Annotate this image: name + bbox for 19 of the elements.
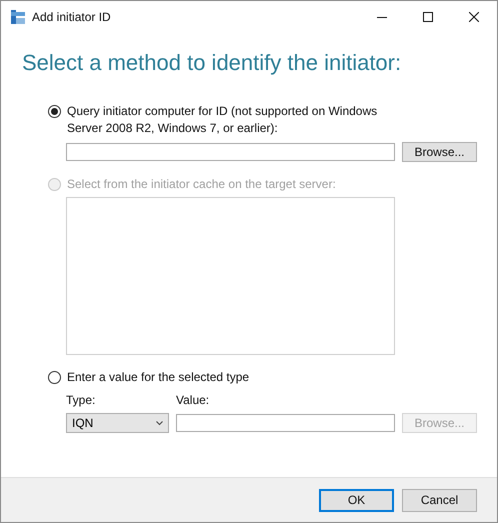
window-title: Add initiator ID [32, 8, 111, 26]
radio-button[interactable] [48, 371, 61, 384]
close-icon [469, 12, 479, 22]
type-label: Type: [66, 392, 96, 409]
value-field[interactable] [176, 414, 395, 432]
cancel-button[interactable]: Cancel [402, 488, 477, 512]
option-label[interactable]: Query initiator computer for ID (not supported on Windows Server 2008 R2, Windows 7, or earlier): [67, 103, 402, 137]
value-label: Value: [176, 392, 210, 409]
ok-button[interactable]: OK [319, 488, 394, 512]
type-dropdown[interactable]: IQN [66, 413, 169, 433]
page-heading: Select a method to identify the initiator: [22, 49, 402, 77]
computer-field[interactable] [66, 143, 395, 161]
chevron-down-icon [156, 420, 163, 426]
browse-button[interactable]: Browse... [402, 142, 477, 162]
maximize-icon [423, 12, 433, 22]
option-label[interactable]: Enter a value for the selected type [67, 369, 402, 386]
app-icon [10, 8, 26, 24]
radio-button[interactable] [48, 105, 61, 118]
type-value: IQN [72, 415, 94, 432]
